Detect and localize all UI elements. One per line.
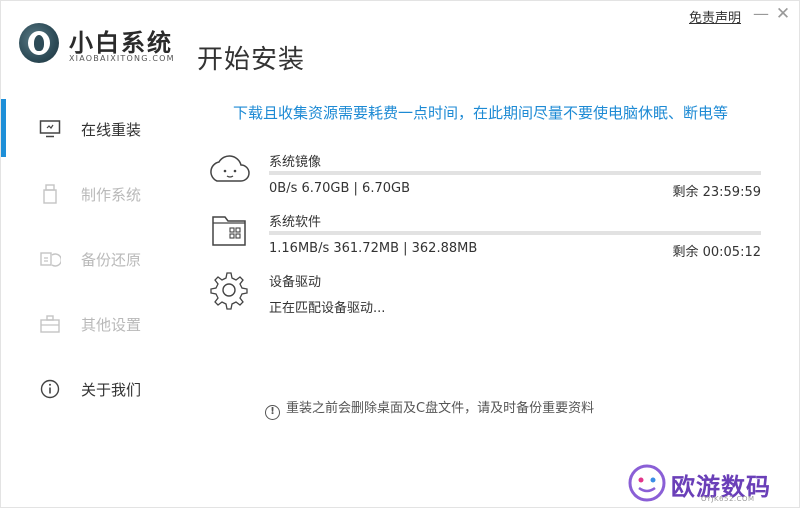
sidebar-item-backup-restore[interactable]: 备份还原 [1,239,191,279]
close-button[interactable]: ✕ [775,6,791,23]
disclaimer-link[interactable]: 免责声明 [689,7,741,26]
backup-warning-text: 重装之前会删除桌面及C盘文件，请及时备份重要资料 [286,401,595,416]
sidebar-item-online-reinstall[interactable]: 在线重装 [1,109,191,149]
app-logo [19,23,59,63]
monitor-icon [39,120,61,138]
briefcase-icon [40,315,60,333]
sidebar-item-other-settings[interactable]: 其他设置 [1,304,191,344]
task-title: 系统镜像 [269,155,322,170]
sidebar-item-label: 关于我们 [81,381,142,399]
usb-icon [43,184,57,204]
task-title: 设备驱动 [269,275,322,290]
installer-window: 小白系统 XIAOBAIXITONG.COM 开始安装 免责声明 — ✕ 在线重… [0,0,800,508]
sidebar-item-make-system[interactable]: 制作系统 [1,174,191,214]
backup-icon [40,252,61,267]
sidebar-item-label: 其他设置 [81,316,142,334]
sidebar-item-label: 制作系统 [81,186,142,204]
progress-track [269,231,761,235]
folder-apps-icon [212,216,246,246]
info-icon: ! [265,405,280,420]
task-remaining-time: 剩余 00:05:12 [672,245,761,260]
sidebar-item-label: 备份还原 [81,251,142,269]
info-icon [40,379,60,399]
task-stat: 0B/s 6.70GB | 6.70GB [269,181,410,196]
task-system-image: 系统镜像 0B/s 6.70GB | 6.70GB 剩余 23:59:59 [207,151,763,211]
task-device-drivers: 设备驱动 正在匹配设备驱动... [207,271,763,331]
sidebar-item-about-us[interactable]: 关于我们 [1,369,191,409]
task-remaining-time: 剩余 23:59:59 [672,185,761,200]
install-notice: 下载且收集资源需要耗费一点时间，在此期间尽量不要使电脑休眠、断电等 [233,104,729,122]
watermark-subtext: OYJK652.COM [701,495,755,503]
task-stat: 正在匹配设备驱动... [269,301,386,316]
progress-track [269,171,761,175]
sidebar-item-label: 在线重装 [81,121,142,139]
brand-subtitle: XIAOBAIXITONG.COM [69,54,175,63]
backup-warning: ! 重装之前会删除桌面及C盘文件，请及时备份重要资料 [265,397,594,420]
task-title: 系统软件 [269,215,322,230]
gear-icon [210,272,248,310]
task-stat: 1.16MB/s 361.72MB | 362.88MB [269,241,478,256]
watermark-logo [628,464,666,502]
page-title: 开始安装 [197,45,306,75]
cloud-face-icon [210,155,250,182]
task-system-software: 系统软件 1.16MB/s 361.72MB | 362.88MB 剩余 00:… [207,211,763,271]
brand-name: 小白系统 [69,29,173,57]
minimize-button[interactable]: — [753,6,769,23]
